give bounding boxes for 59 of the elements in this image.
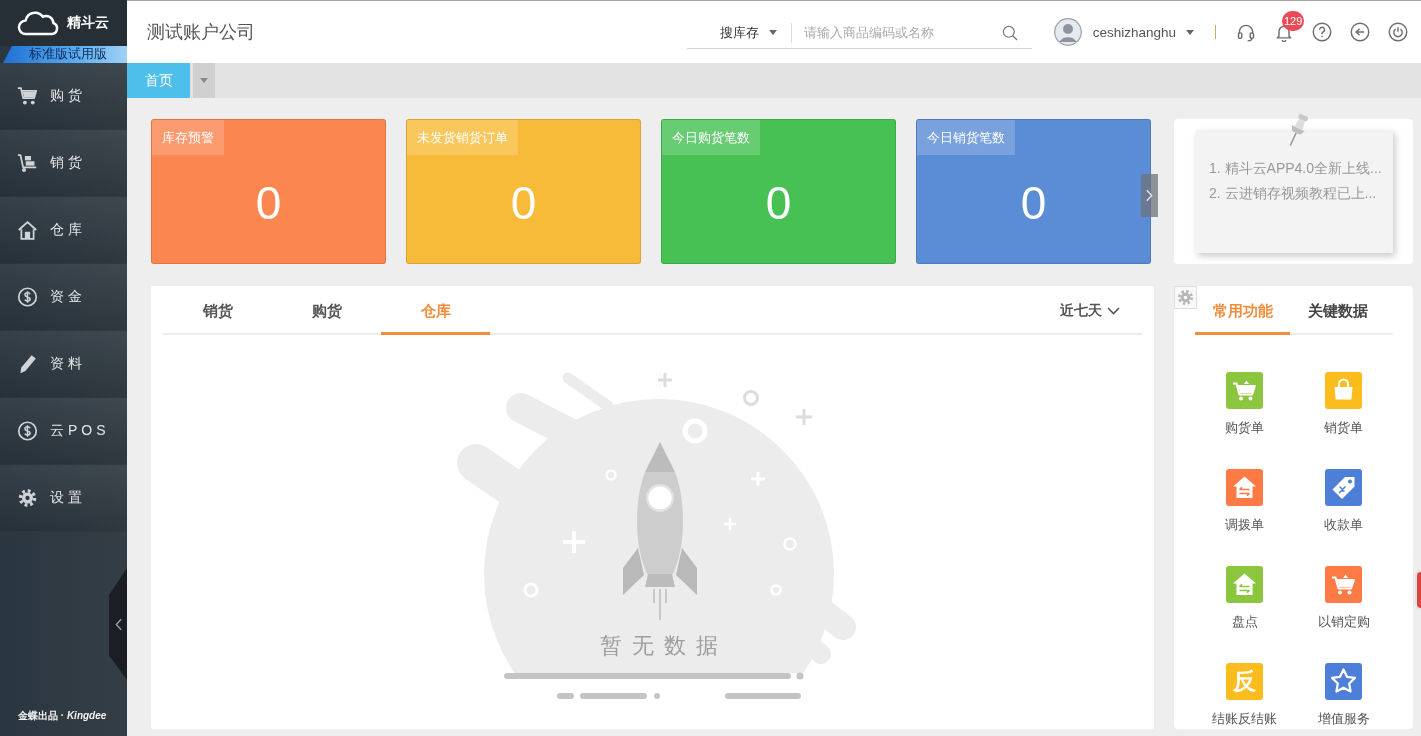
search-icon[interactable] <box>1001 24 1018 41</box>
empty-state-text: 暂 无 数 据 <box>599 632 721 660</box>
headset-icon[interactable] <box>1236 22 1256 42</box>
sidebar-menu-item[interactable]: 销货 <box>0 130 127 197</box>
edition-ribbon: 标准版试用版 <box>3 46 127 63</box>
pencil-icon <box>17 354 38 374</box>
stat-label: 今日销货笔数 <box>917 120 1015 155</box>
search-scope-dropdown[interactable]: 搜库存 <box>686 22 792 43</box>
character-tile: 反 <box>1226 663 1263 700</box>
sidebar-menu-item[interactable]: 购货 <box>0 63 127 130</box>
power-icon[interactable] <box>1388 22 1408 42</box>
shortcut-button[interactable]: 调拨单 <box>1195 469 1294 533</box>
cart-icon <box>17 86 38 106</box>
logo-text: 精斗云 <box>67 14 109 32</box>
stat-value: 0 <box>1020 176 1047 231</box>
chart-tab[interactable]: 购货 <box>272 286 381 335</box>
hand-truck-icon <box>17 153 38 173</box>
stat-label: 库存预警 <box>152 120 224 155</box>
gear-icon <box>17 488 38 508</box>
company-name: 测试账户公司 <box>147 21 255 44</box>
date-range-dropdown[interactable]: 近七天 <box>1060 286 1120 333</box>
stat-label: 未发货销货订单 <box>407 120 518 155</box>
stat-value: 0 <box>765 176 792 231</box>
caret-down-icon <box>200 78 208 83</box>
shortcut-button[interactable]: 收款单 <box>1294 469 1393 533</box>
shortcut-button[interactable]: 销货单 <box>1294 372 1393 436</box>
sidebar-menu-item[interactable]: 云POS <box>0 398 127 465</box>
caret-down-icon <box>1186 29 1194 35</box>
dollar-coin-icon <box>17 287 38 307</box>
avatar-icon[interactable] <box>1053 18 1082 46</box>
user-menu-button[interactable]: ceshizhanghu <box>1092 24 1194 40</box>
house-icon <box>17 220 38 240</box>
floating-button[interactable] <box>1415 570 1421 610</box>
sidebar-menu-item[interactable]: 设置 <box>0 465 127 532</box>
cloud-logo-icon <box>17 9 61 37</box>
shortcut-button[interactable]: 以销定购 <box>1294 566 1393 630</box>
sidebar-menu-item[interactable]: 资金 <box>0 264 127 331</box>
footer-text: 金蝶出品 · Kingdee <box>17 710 108 723</box>
panel-tab[interactable]: 关键数据 <box>1290 286 1385 335</box>
chart-tab[interactable]: 销货 <box>163 286 272 335</box>
dollar-coin-icon <box>17 421 38 441</box>
stat-value: 0 <box>255 176 282 231</box>
stat-value: 0 <box>510 176 537 231</box>
caret-down-icon <box>768 30 777 35</box>
chevron-right-icon <box>1146 189 1153 202</box>
stat-label: 今日购货笔数 <box>662 120 760 155</box>
shortcut-button[interactable]: 增值服务 <box>1294 663 1393 727</box>
shortcut-button[interactable]: 反 结账反结账 <box>1195 663 1294 727</box>
chevron-down-icon <box>1107 306 1120 315</box>
sidebar-menu-item[interactable]: 资料 <box>0 331 127 398</box>
search-field[interactable]: 请输入商品编码或名称 <box>791 25 1002 40</box>
notification-badge: 129 <box>1282 11 1305 31</box>
sidebar-menu-item[interactable]: 仓库 <box>0 197 127 264</box>
help-icon[interactable] <box>1312 22 1332 42</box>
shortcut-button[interactable]: 盘点 <box>1195 566 1294 630</box>
carousel-next-button[interactable] <box>1141 174 1158 217</box>
settings-icon <box>1177 289 1194 306</box>
chevron-left-icon <box>114 617 122 631</box>
shortcut-button[interactable]: 购货单 <box>1195 372 1294 436</box>
